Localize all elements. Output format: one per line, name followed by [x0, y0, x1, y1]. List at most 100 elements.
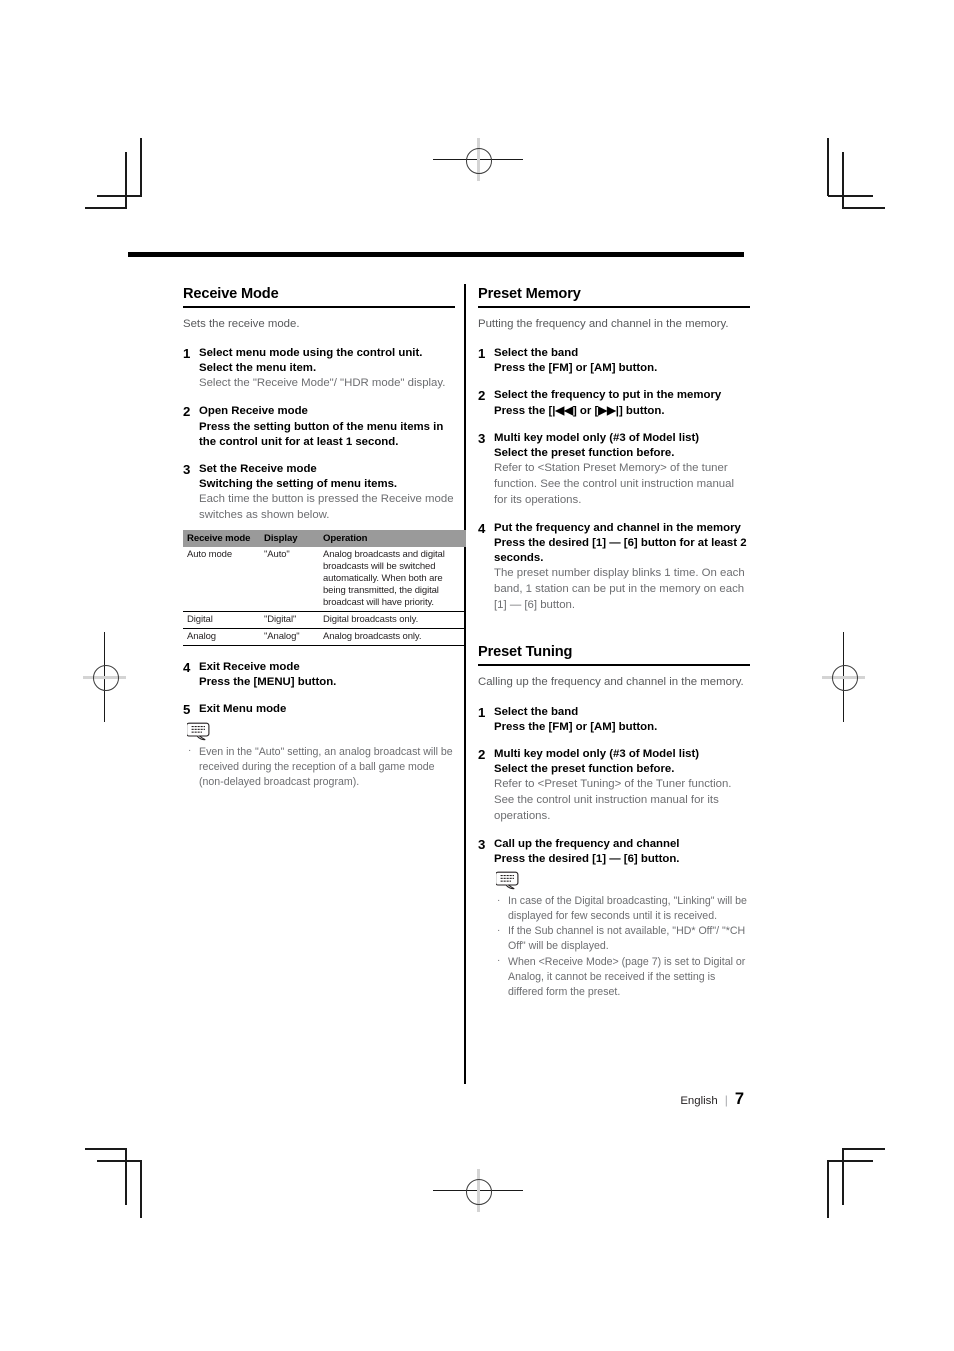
step-subtitle: Press the [FM] or [AM] button. [494, 362, 658, 375]
crop-mark-top-right-inner-v [842, 152, 844, 209]
table-cell-mode: Analog [183, 628, 260, 647]
section-heading-rule [478, 305, 750, 308]
step-number: 1 [478, 346, 486, 362]
table-row: Digital "Digital" Digital broadcasts onl… [183, 611, 466, 630]
table-header-row: Receive mode Display Operation [183, 530, 466, 547]
table-header-operation: Operation [319, 530, 466, 547]
column-divider [464, 284, 466, 1084]
section-intro-receive-mode: Sets the receive mode. [183, 317, 300, 330]
step-4: 4 Exit Receive mode Press the [MENU] but… [183, 660, 455, 690]
left-column: Receive Mode Sets the receive mode. 1 Se… [183, 286, 466, 790]
step-subtitle: Select the menu item. [199, 362, 317, 375]
step-3: 3 Call up the frequency and channel Pres… [478, 837, 750, 867]
section-heading-preset-memory: Preset Memory [478, 286, 581, 302]
crop-mark-bottom-right-outer-h [828, 1160, 873, 1162]
table-header-display: Display [260, 530, 319, 547]
section-preset-tuning: Preset Tuning Calling up the frequency a… [478, 644, 750, 999]
page-top-rule [128, 252, 744, 257]
note-item: · When <Receive Mode> (page 7) is set to… [496, 955, 750, 1000]
section-intro-preset-memory: Putting the frequency and channel in the… [478, 317, 729, 330]
crop-mark-bottom-right-inner-v [842, 1148, 844, 1205]
receive-mode-table: Receive mode Display Operation Auto mode… [183, 530, 466, 647]
note-item: · If the Sub channel is not available, "… [496, 924, 750, 954]
step-subtitle: Press the [FM] or [AM] button. [494, 720, 658, 733]
step-number: 2 [478, 388, 486, 404]
bullet-icon: · [497, 955, 501, 966]
step-subtitle: Press the setting button of the menu ite… [199, 420, 444, 448]
step-2: 2 Multi key model only (#3 of Model list… [478, 747, 750, 825]
step-title: Call up the frequency and channel [494, 838, 680, 851]
step-number: 2 [183, 404, 191, 420]
table-cell-operation: Analog broadcasts and digital broadcasts… [319, 546, 466, 612]
footer-separator: | [724, 1093, 728, 1107]
crop-mark-bottom-left-inner-h [85, 1148, 127, 1150]
step-number: 1 [478, 704, 486, 720]
crop-mark-top-left-outer-v [140, 138, 142, 196]
crop-mark-bottom-left-inner-v [125, 1148, 127, 1205]
step-number: 1 [183, 346, 191, 362]
section-preset-memory: Preset Memory Putting the frequency and … [478, 286, 750, 614]
section-heading-rule [478, 664, 750, 667]
note-text: Even in the "Auto" setting, an analog br… [199, 745, 453, 788]
step-title: Put the frequency and channel in the mem… [494, 522, 741, 534]
bullet-icon: · [497, 924, 501, 936]
crop-mark-top-right-outer-v [827, 138, 829, 196]
crop-mark-top-left-inner-h [85, 207, 127, 209]
step-title: Select the band [494, 347, 579, 360]
crop-mark-top-left-outer-h [97, 195, 142, 197]
step-subtitle: Press the desired [1] — [6] button. [494, 853, 680, 866]
step-title: Select the frequency to put in the memor… [494, 389, 722, 402]
step-5: 5 Exit Menu mode [183, 702, 455, 717]
note-speech-bubble-icon [496, 871, 522, 891]
registration-top-circle [466, 148, 492, 174]
step-description: Select the "Receive Mode"/ "HDR mode" di… [199, 377, 446, 390]
step-subtitle: Press the [|◀◀] or [▶▶|] button. [494, 404, 665, 417]
bullet-icon: · [188, 745, 192, 757]
registration-right-circle [832, 665, 858, 691]
crop-mark-bottom-right-inner-h [843, 1148, 885, 1150]
step-4: 4 Put the frequency and channel in the m… [478, 521, 750, 614]
table-cell-display: "Auto" [260, 546, 319, 612]
crop-mark-top-right-outer-h [828, 195, 873, 197]
table-cell-mode: Digital [183, 611, 260, 630]
note-list: · In case of the Digital broadcasting, "… [496, 894, 750, 999]
step-title: Multi key model only (#3 of Model list) [494, 431, 700, 444]
section-heading-preset-tuning: Preset Tuning [478, 644, 573, 661]
section-heading-rule [183, 305, 455, 308]
step-2: 2 Open Receive mode Press the setting bu… [183, 404, 455, 449]
step-3: 3 Multi key model only (#3 of Model list… [478, 431, 750, 509]
table-cell-display: "Analog" [260, 628, 319, 647]
table-header-receive-mode: Receive mode [183, 530, 260, 547]
step-1: 1 Select menu mode using the control uni… [183, 346, 455, 392]
step-description: Refer to <Station Preset Memory> of the … [494, 462, 734, 507]
page-footer: English | 7 [680, 1090, 744, 1109]
section-intro-preset-tuning: Calling up the frequency and channel in … [478, 676, 744, 689]
step-2: 2 Select the frequency to put in the mem… [478, 388, 750, 418]
step-title: Select menu mode using the control unit. [199, 347, 423, 360]
step-title: Exit Receive mode [199, 661, 300, 674]
step-description: Each time the button is pressed the Rece… [199, 493, 454, 522]
step-number: 3 [478, 837, 486, 853]
step-description: The preset number display blinks 1 time.… [494, 567, 745, 612]
section-receive-mode: Receive Mode Sets the receive mode. 1 Se… [183, 286, 466, 790]
step-description: Refer to <Preset Tuning> of the Tuner fu… [494, 778, 732, 823]
note-speech-bubble-icon [187, 722, 213, 742]
step-subtitle: Select the preset function before. [494, 446, 675, 459]
step-subtitle: Press the desired [1] — [6] button for a… [494, 537, 747, 565]
step-title: Open Receive mode [199, 405, 308, 418]
step-title: Select the band [494, 705, 579, 718]
step-number: 4 [478, 521, 486, 536]
step-number: 3 [478, 430, 486, 446]
footer-language: English [680, 1095, 718, 1107]
step-number: 5 [183, 702, 191, 718]
step-number: 4 [183, 660, 191, 676]
registration-left-circle [93, 665, 119, 691]
step-3: 3 Set the Receive mode Switching the set… [183, 462, 455, 524]
note-item: · In case of the Digital broadcasting, "… [496, 894, 750, 924]
step-1: 1 Select the band Press the [FM] or [AM]… [478, 705, 750, 735]
note-text: When <Receive Mode> (page 7) is set to D… [508, 955, 746, 998]
footer-page-number: 7 [734, 1090, 744, 1108]
bullet-icon: · [497, 894, 501, 906]
step-subtitle: Switching the setting of menu items. [199, 478, 398, 491]
crop-mark-top-left-inner-v [125, 152, 127, 209]
